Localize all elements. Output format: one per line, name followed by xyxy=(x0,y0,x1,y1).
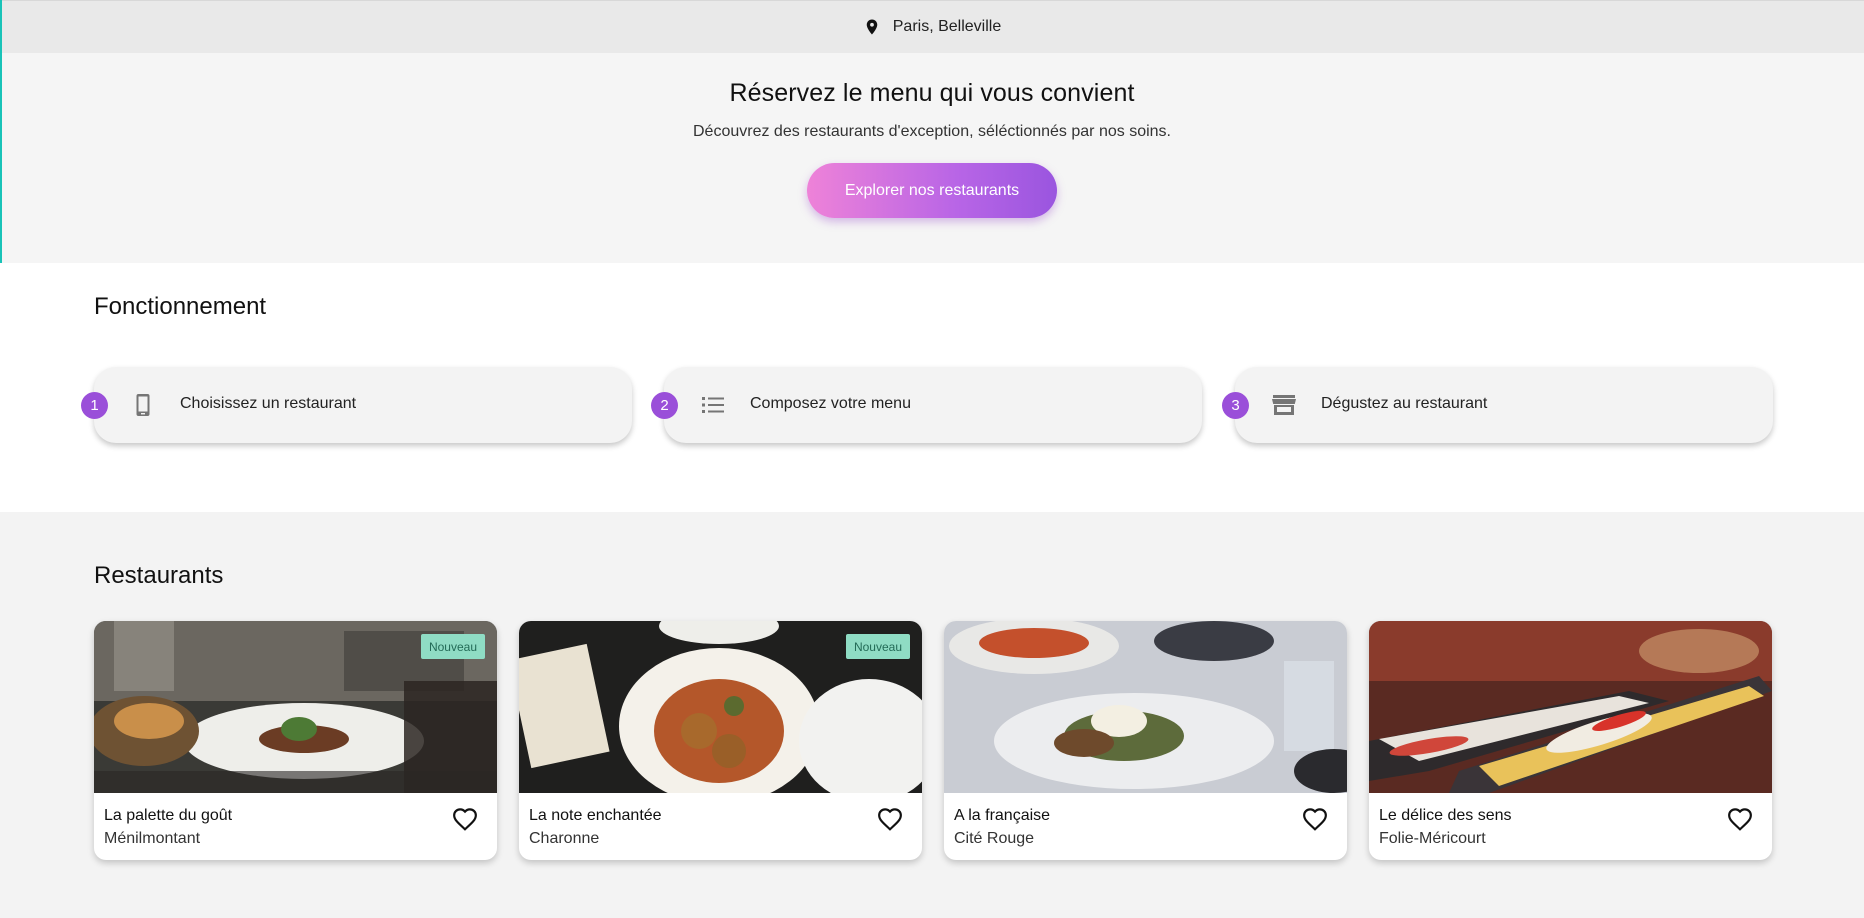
how-it-works-title: Fonctionnement xyxy=(94,293,267,320)
restaurant-area: Ménilmontant xyxy=(104,830,201,847)
new-badge: Nouveau xyxy=(420,634,485,659)
step-label: Dégustez au restaurant xyxy=(1321,395,1488,412)
new-badge: Nouveau xyxy=(845,634,910,659)
restaurant-name: La note enchantée xyxy=(529,807,662,824)
restaurant-name: A la française xyxy=(954,807,1051,824)
location-label: Paris, Belleville xyxy=(892,18,1002,35)
location-bar[interactable]: Paris, Belleville xyxy=(0,0,1864,53)
restaurant-card[interactable]: Nouveau La palette du goût Ménilmontant xyxy=(94,621,497,860)
map-pin-icon xyxy=(863,18,881,36)
explore-restaurants-button[interactable]: Explorer nos restaurants xyxy=(807,163,1057,218)
restaurant-name: La palette du goût xyxy=(104,807,233,824)
storefront-icon xyxy=(1271,393,1297,417)
favorite-heart-icon[interactable] xyxy=(1726,806,1754,832)
list-icon xyxy=(700,393,726,417)
restaurant-area: Cité Rouge xyxy=(954,830,1035,847)
step-card-1: 1 Choisissez un restaurant xyxy=(81,367,632,443)
how-it-works-section: Fonctionnement 1 Choisissez un restauran… xyxy=(0,263,1864,512)
step-number-badge: 2 xyxy=(651,392,678,419)
restaurant-card[interactable]: Le délice des sens Folie-Méricourt xyxy=(1369,621,1772,860)
smartphone-icon xyxy=(130,393,156,417)
step-card-3: 3 Dégustez au restaurant xyxy=(1222,367,1773,443)
favorite-heart-icon[interactable] xyxy=(1301,806,1329,832)
hero-subtitle: Découvrez des restaurants d'exception, s… xyxy=(693,123,1171,140)
step-label: Composez votre menu xyxy=(750,395,911,412)
favorite-heart-icon[interactable] xyxy=(451,806,479,832)
restaurants-title: Restaurants xyxy=(94,562,224,589)
favorite-heart-icon[interactable] xyxy=(876,806,904,832)
restaurant-card[interactable]: A la française Cité Rouge xyxy=(944,621,1347,860)
step-number-badge: 3 xyxy=(1222,392,1249,419)
restaurant-photo xyxy=(944,621,1347,793)
hero-title: Réservez le menu qui vous convient xyxy=(729,79,1135,107)
step-label: Choisissez un restaurant xyxy=(180,395,357,412)
restaurant-card[interactable]: Nouveau La note enchantée Charonne xyxy=(519,621,922,860)
restaurant-name: Le délice des sens xyxy=(1379,807,1512,824)
restaurant-area: Charonne xyxy=(529,830,600,847)
restaurant-area: Folie-Méricourt xyxy=(1379,830,1486,847)
step-card-2: 2 Composez votre menu xyxy=(651,367,1202,443)
restaurants-section: Restaurants Nouveau La palette du goût M… xyxy=(0,512,1864,918)
restaurant-photo xyxy=(1369,621,1772,793)
hero-section: Réservez le menu qui vous convient Décou… xyxy=(0,53,1864,263)
step-number-badge: 1 xyxy=(81,392,108,419)
